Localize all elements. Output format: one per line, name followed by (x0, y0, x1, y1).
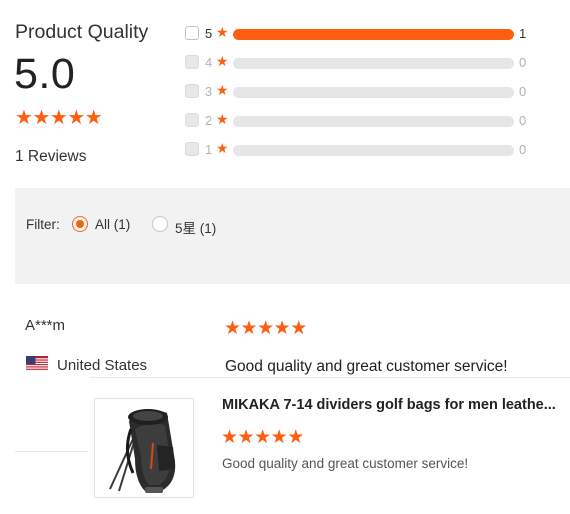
rating-level: 1 (205, 142, 213, 157)
rating-bar (233, 87, 514, 98)
star-icon: ★ (290, 318, 307, 339)
us-flag-icon (26, 356, 48, 371)
reviews-count: 1 Reviews (15, 148, 87, 165)
divider (15, 451, 88, 452)
rating-bar (233, 58, 514, 69)
rating-level: 3 (205, 84, 213, 99)
rating-row-1: 1 ★ 0 (185, 141, 565, 159)
star-icon: ★ (49, 107, 68, 129)
star-icon: ★ (254, 427, 271, 448)
star-icon: ★ (32, 107, 50, 129)
star-icon: ★ (216, 24, 229, 40)
star-icon: ★ (84, 107, 103, 129)
rating-bar (233, 116, 514, 127)
rating-5-checkbox[interactable] (185, 26, 199, 40)
star-icon: ★ (221, 427, 238, 448)
rating-bar (233, 145, 514, 156)
star-icon: ★ (216, 82, 229, 98)
filter-label: Filter: (26, 217, 60, 232)
star-icon: ★ (257, 318, 274, 339)
average-score: 5.0 (14, 50, 76, 98)
rating-count: 0 (519, 142, 527, 157)
review-rating-stars: ★★★★★ (224, 318, 307, 340)
star-icon: ★ (273, 318, 291, 339)
rating-row-4: 4 ★ 0 (185, 54, 565, 72)
filter-all-radio[interactable] (72, 216, 88, 232)
rating-bar-fill (233, 29, 514, 40)
star-icon: ★ (240, 318, 258, 339)
rating-level: 5 (205, 26, 213, 41)
reviewer-name: A***m (25, 317, 66, 334)
rating-4-checkbox (185, 55, 199, 69)
filter-5star-radio[interactable] (152, 216, 168, 232)
product-rating-stars: ★★★★★ (221, 427, 304, 449)
golf-bag-image (109, 409, 176, 493)
rating-count: 0 (519, 84, 527, 99)
rating-bar (233, 29, 514, 40)
rating-row-5[interactable]: 5 ★ 1 (185, 25, 565, 43)
star-icon: ★ (237, 427, 255, 448)
star-icon: ★ (270, 427, 288, 448)
rating-row-2: 2 ★ 0 (185, 112, 565, 130)
product-quality-title: Product Quality (15, 21, 149, 43)
star-icon: ★ (287, 427, 304, 448)
rating-1-checkbox (185, 142, 199, 156)
rating-row-3: 3 ★ 0 (185, 83, 565, 101)
filter-panel: Filter: All (1) 5星 (1) (15, 188, 570, 284)
divider (90, 377, 570, 378)
product-title[interactable]: MIKAKA 7-14 dividers golf bags for men l… (222, 397, 562, 413)
review-text: Good quality and great customer service! (225, 358, 508, 375)
star-icon: ★ (15, 107, 33, 129)
star-icon: ★ (224, 318, 241, 339)
reviewer-country: United States (57, 357, 148, 374)
rating-level: 4 (205, 55, 213, 70)
rating-count: 0 (519, 113, 527, 128)
product-thumbnail[interactable] (94, 398, 194, 498)
rating-level: 2 (205, 113, 213, 128)
filter-5star-label[interactable]: 5星 (1) (175, 217, 216, 237)
rating-count: 1 (519, 26, 527, 41)
star-icon: ★ (216, 140, 229, 156)
star-icon: ★ (67, 107, 85, 129)
rating-2-checkbox (185, 113, 199, 127)
star-icon: ★ (216, 53, 229, 69)
star-icon: ★ (216, 111, 229, 127)
rating-count: 0 (519, 55, 527, 70)
product-review-text: Good quality and great customer service! (222, 456, 469, 471)
average-rating-stars: ★★★★★ (15, 107, 103, 130)
rating-3-checkbox (185, 84, 199, 98)
filter-all-label[interactable]: All (1) (95, 217, 130, 232)
